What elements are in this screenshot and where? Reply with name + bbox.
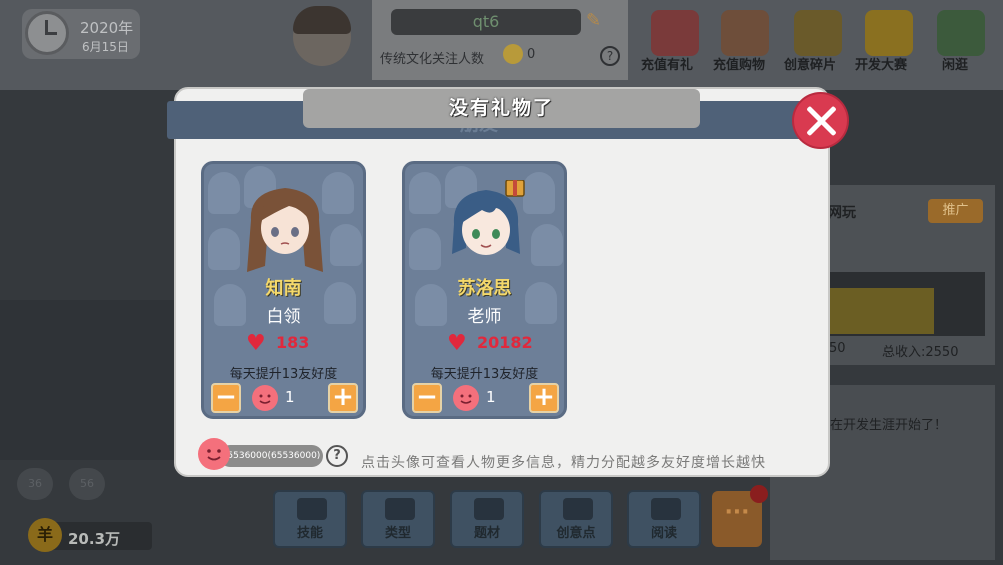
friend-avatar[interactable] bbox=[446, 180, 526, 276]
energy-icon bbox=[198, 438, 230, 470]
top-menu-label[interactable]: 充值购物 bbox=[713, 54, 765, 73]
top-menu-label[interactable]: 闲逛 bbox=[942, 54, 968, 73]
top-menu-icon[interactable] bbox=[865, 10, 913, 56]
friend-card[interactable]: 苏洛思 老师 ♥ 20182 每天提升13友好度 − 1 + bbox=[402, 161, 567, 419]
player-avatar-hair bbox=[293, 6, 351, 34]
clock-hand bbox=[45, 32, 57, 35]
side-round-button[interactable]: 36 bbox=[17, 468, 53, 500]
smile-icon bbox=[453, 385, 479, 411]
friend-affinity: 183 bbox=[276, 333, 310, 352]
close-button[interactable] bbox=[794, 94, 847, 147]
nav-label: 类型 bbox=[384, 526, 411, 541]
nav-label: 技能 bbox=[296, 526, 323, 541]
energy-allocated: 1 bbox=[285, 388, 295, 406]
nav-idea-button[interactable]: 创意点 bbox=[539, 490, 613, 548]
help-button[interactable]: ? bbox=[326, 445, 348, 467]
money-value: 20.3万 bbox=[68, 530, 121, 548]
total-income: 总收入:2550 bbox=[882, 345, 959, 360]
income-bar bbox=[830, 288, 934, 334]
notes-icon bbox=[474, 498, 504, 520]
top-menu-label[interactable]: 创意碎片 bbox=[784, 54, 836, 73]
top-menu-label[interactable]: 充值有礼 bbox=[641, 54, 693, 73]
energy-allocated: 1 bbox=[486, 388, 496, 406]
nav-theme-button[interactable]: 题材 bbox=[450, 490, 524, 548]
friend-avatar[interactable] bbox=[245, 180, 325, 276]
top-menu-icon[interactable] bbox=[721, 10, 769, 56]
nav-skill-button[interactable]: 技能 bbox=[273, 490, 347, 548]
fans-label: 传统文化关注人数 bbox=[380, 52, 485, 67]
friend-daily-gain: 每天提升13友好度 bbox=[229, 367, 338, 382]
date-year: 2020年 bbox=[80, 19, 134, 37]
diamond-icon bbox=[563, 498, 593, 520]
smile-icon bbox=[252, 385, 278, 411]
friend-card[interactable]: 知南 白领 ♥ 183 每天提升13友好度 − 1 + bbox=[201, 161, 366, 419]
nav-label: 题材 bbox=[473, 526, 500, 541]
newspaper-icon bbox=[651, 498, 681, 520]
player-name: qt6 bbox=[391, 9, 581, 35]
friend-affinity: 20182 bbox=[477, 333, 533, 352]
notification-dot bbox=[750, 485, 768, 503]
smile-icon bbox=[503, 44, 523, 64]
friend-job: 白领 bbox=[266, 307, 301, 327]
fans-count: 0 bbox=[527, 47, 536, 62]
top-menu-icon[interactable] bbox=[937, 10, 985, 56]
nav-label: 创意点 bbox=[556, 526, 596, 541]
toast-message: 没有礼物了 bbox=[303, 89, 700, 128]
gamepad-icon bbox=[385, 498, 415, 520]
top-menu-icon[interactable] bbox=[651, 10, 699, 56]
help-icon[interactable]: ? bbox=[600, 46, 620, 66]
top-menu-icon[interactable] bbox=[794, 10, 842, 56]
nav-type-button[interactable]: 类型 bbox=[361, 490, 435, 548]
increase-energy-button[interactable]: + bbox=[328, 383, 358, 413]
hint-text: 点击头像可查看人物更多信息，精力分配越多友好度增长越快 bbox=[361, 455, 766, 471]
top-menu-label[interactable]: 开发大赛 bbox=[855, 54, 907, 73]
friend-name: 知南 bbox=[265, 278, 302, 299]
friend-daily-gain: 每天提升13友好度 bbox=[430, 367, 539, 382]
scene-shadow bbox=[0, 300, 180, 460]
heart-icon: ♥ bbox=[246, 331, 266, 356]
promote-button[interactable]: 推广 bbox=[928, 199, 983, 223]
heart-icon: ♥ bbox=[447, 331, 467, 356]
date-day: 6月15日 bbox=[82, 40, 129, 54]
message-text: 在开发生涯开始了！ bbox=[830, 418, 948, 433]
side-round-button[interactable]: 56 bbox=[69, 468, 105, 500]
nav-read-button[interactable]: 阅读 bbox=[627, 490, 701, 548]
decrease-energy-button[interactable]: − bbox=[412, 383, 442, 413]
income-partial: 50 bbox=[829, 341, 846, 356]
edit-name-icon[interactable]: ✎ bbox=[586, 10, 601, 31]
book-icon bbox=[297, 498, 327, 520]
nav-label: 阅读 bbox=[650, 526, 677, 541]
decrease-energy-button[interactable]: − bbox=[211, 383, 241, 413]
project-title: 网玩 bbox=[828, 205, 856, 221]
increase-energy-button[interactable]: + bbox=[529, 383, 559, 413]
energy-total: 65536000(65536000) bbox=[219, 445, 323, 467]
friend-job: 老师 bbox=[467, 307, 502, 327]
coin-icon: 羊 bbox=[28, 518, 62, 552]
friend-name: 苏洛思 bbox=[457, 278, 512, 299]
